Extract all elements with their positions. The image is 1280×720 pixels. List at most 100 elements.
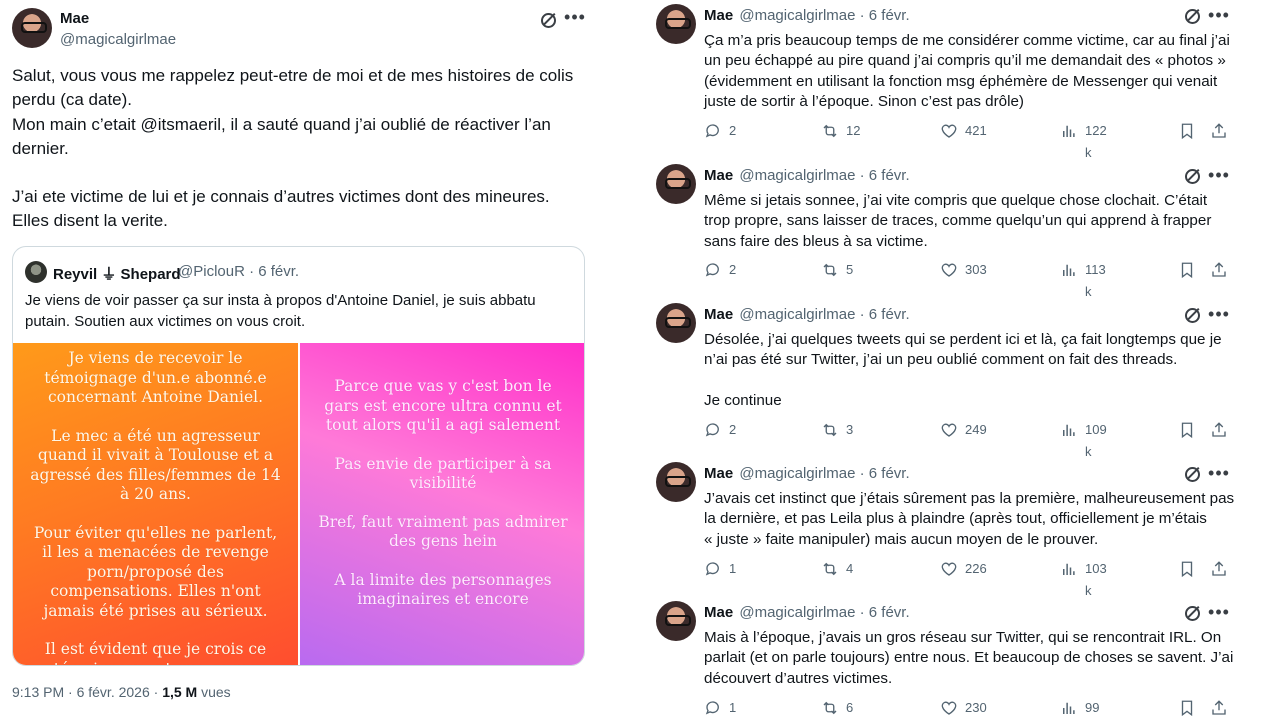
more-options-icon[interactable]: •••	[1208, 305, 1230, 327]
author-handle[interactable]: @magicalgirlmae · 6 févr.	[739, 465, 909, 482]
tweet-actions: 2 12 421 122 k	[704, 120, 1226, 160]
author-handle[interactable]: @magicalgirlmae · 6 févr.	[739, 7, 909, 24]
author-name[interactable]: Mae	[704, 7, 733, 24]
image-text: Bref, faut vraiment pas admirer des gens…	[318, 512, 568, 551]
views-count: 122 k	[1085, 123, 1107, 160]
more-options-icon[interactable]: •••	[1208, 603, 1230, 625]
views-icon	[1060, 421, 1078, 439]
author-handle[interactable]: @magicalgirlmae · 6 févr.	[739, 306, 909, 323]
heart-icon	[940, 560, 958, 578]
like-count: 226	[965, 561, 987, 576]
quote-avatar	[25, 261, 47, 283]
tweet-text: J’avais cet instinct que j’étais sûremen…	[704, 489, 1234, 550]
tweet-text: Mais à l’époque, j’avais un gros réseau …	[704, 628, 1234, 689]
tweet-line: Mais à l’époque, j’avais un gros réseau …	[704, 629, 1222, 646]
author-name[interactable]: Mae	[704, 465, 733, 482]
author-name[interactable]: Mae	[60, 10, 89, 27]
avatar[interactable]	[656, 601, 696, 641]
grok-icon[interactable]	[1182, 166, 1202, 186]
author-name[interactable]: Mae	[704, 306, 733, 323]
tweet-line: Elles disent la verite.	[12, 211, 168, 231]
author-handle[interactable]: @magicalgirlmae · 6 févr.	[739, 604, 909, 621]
reply-count: 1	[729, 561, 737, 576]
image-text: Pour éviter qu'elles ne parlent, il les …	[33, 523, 278, 620]
more-options-icon[interactable]: •••	[564, 8, 586, 30]
image-text: Parce que vas y c'est bon le gars est en…	[324, 377, 562, 434]
tweet-actions: 2 5 303 113 k	[704, 259, 1226, 299]
more-options-icon[interactable]: •••	[1208, 166, 1230, 188]
heart-icon	[940, 261, 958, 279]
more-options-icon[interactable]: •••	[1208, 464, 1230, 486]
quote-line: putain. Soutien aux victimes on vous cro…	[25, 313, 306, 330]
thread-tweet[interactable]: ••• Mae @magicalgirlmae · 6 févr. Désolé…	[640, 299, 1240, 459]
bookmark-icon	[1178, 699, 1196, 717]
author-name[interactable]: Mae	[704, 167, 733, 184]
tweet-line: n’ai pas été sur Twitter, j’ai un peu ou…	[704, 351, 1178, 369]
timestamp[interactable]: 9:13 PM · 6 févr. 2026 ·	[12, 684, 162, 700]
tweet-line: Même si jetais sonnee, j’ai vite compris…	[704, 192, 1208, 209]
retweet-count: 3	[846, 422, 854, 437]
tweet-actions: 1 6 230 99 k	[704, 697, 1226, 719]
views-count: 99 k	[1085, 700, 1100, 715]
tweet-text: Désolée, j’ai quelques tweets qui se per…	[704, 330, 1234, 411]
retweet-count: 6	[846, 700, 854, 715]
thread-tweet[interactable]: ••• Mae @magicalgirlmae · 6 févr. Ça m’a…	[640, 0, 1240, 160]
share-icon	[1210, 560, 1228, 578]
tweet-actions: 2 3 249 109 k	[704, 419, 1226, 459]
author-handle[interactable]: @magicalgirlmae	[60, 31, 176, 48]
thread-tweet[interactable]: ••• Mae @magicalgirlmae · 6 févr. Même s…	[640, 160, 1240, 300]
thread-tweet[interactable]: ••• Mae @magicalgirlmae · 6 févr. Mais à…	[640, 597, 1240, 720]
bookmark-icon	[1178, 261, 1196, 279]
tweet-line: la dernière, et pas Leila plus à plaindr…	[704, 510, 1207, 528]
grok-icon[interactable]	[1182, 305, 1202, 325]
thread-tweet[interactable]: ••• Mae @magicalgirlmae · 6 févr. J’avai…	[640, 458, 1240, 598]
tweet-line: perdu (ca date).	[12, 90, 133, 110]
views-icon	[1060, 699, 1078, 717]
author-name[interactable]: Mae	[704, 604, 733, 621]
avatar[interactable]	[12, 8, 52, 48]
retweet-icon	[821, 699, 839, 717]
line-break	[12, 161, 587, 185]
tweet-line: Ça m’a pris beaucoup temps de me considé…	[704, 32, 1230, 49]
views-icon	[1060, 122, 1078, 140]
thread: ••• Mae @magicalgirlmae · 6 févr. Ça m’a…	[640, 0, 1245, 720]
tweet-line: Mon main c’etait @itsmaeril, il a sauté …	[12, 114, 551, 134]
tweet-line: Je continue	[704, 391, 782, 409]
image-text: Il est évident que je crois ce témoignag…	[44, 640, 267, 665]
author-handle[interactable]: @magicalgirlmae · 6 févr.	[739, 167, 909, 184]
avatar[interactable]	[656, 164, 696, 204]
retweet-icon	[821, 421, 839, 439]
tweet-line: découvert d’autres victimes.	[704, 669, 893, 687]
quote-image-right[interactable]: Parce que vas y c'est bon le gars est en…	[300, 343, 584, 665]
avatar[interactable]	[656, 4, 696, 44]
avatar[interactable]	[656, 462, 696, 502]
share-icon	[1210, 261, 1228, 279]
image-text: Le mec a été un agresseur quand il vivai…	[30, 426, 281, 504]
views-count: 103 k	[1085, 561, 1107, 598]
tweet-line: un peu échappé au pire quand j’ai compri…	[704, 52, 1226, 70]
quote-image-left[interactable]: Je viens de recevoir le témoignage d'un.…	[13, 343, 298, 665]
grok-icon[interactable]	[538, 10, 558, 30]
tweet-line: parlait (et on parle toujours) entre nou…	[704, 649, 1234, 667]
views-label: vues	[197, 684, 231, 700]
tweet-line: dernier.	[12, 138, 69, 158]
grok-icon[interactable]	[1182, 464, 1202, 484]
quoted-tweet[interactable]: Reyvil ⏚ Shepard @PiclouR · 6 févr. Je v…	[12, 246, 585, 666]
retweet-icon	[821, 261, 839, 279]
tweet-line: J’ai ete victime de lui et je connais d’…	[12, 187, 550, 207]
reply-count: 1	[729, 700, 737, 715]
more-options-icon[interactable]: •••	[1208, 6, 1230, 28]
grok-icon[interactable]	[1182, 603, 1202, 623]
reply-icon	[704, 699, 722, 717]
tweet-header: Mae @magicalgirlmae · 6 févr.	[704, 167, 910, 184]
avatar[interactable]	[656, 303, 696, 343]
image-text: A la limite des personnages imaginaires …	[334, 570, 552, 609]
tweet-line: juste de sortir à l’époque. Sinon c’est …	[704, 92, 1024, 110]
quote-text: Je viens de voir passer ça sur insta à p…	[25, 290, 575, 332]
views-icon	[1060, 261, 1078, 279]
retweet-count: 5	[846, 262, 854, 277]
like-count: 249	[965, 422, 987, 437]
reply-count: 2	[729, 262, 737, 277]
share-icon	[1210, 421, 1228, 439]
grok-icon[interactable]	[1182, 6, 1202, 26]
